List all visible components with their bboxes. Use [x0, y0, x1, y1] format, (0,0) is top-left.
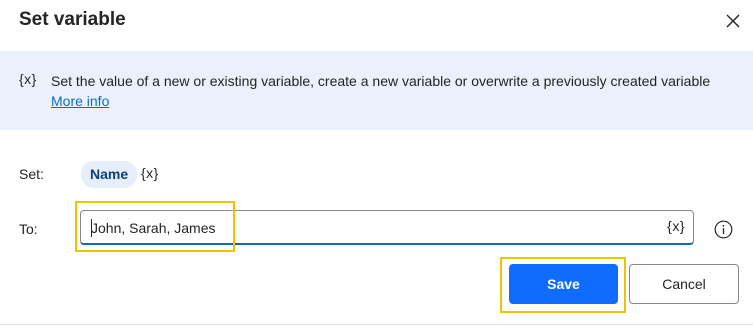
to-label: To:: [19, 221, 38, 237]
set-variable-dialog: Set variable {x} Set the value of a new …: [0, 0, 753, 327]
cancel-button[interactable]: Cancel: [629, 264, 739, 304]
info-banner: {x} Set the value of a new or existing v…: [0, 51, 753, 130]
info-icon[interactable]: [714, 220, 733, 239]
save-button-highlight: [500, 257, 626, 313]
info-description: Set the value of a new or existing varia…: [51, 73, 711, 89]
set-label: Set:: [19, 166, 44, 182]
info-text: Set the value of a new or existing varia…: [51, 71, 731, 111]
variable-name-pill[interactable]: Name: [81, 161, 138, 188]
variable-icon: {x}: [19, 71, 37, 87]
more-info-link[interactable]: More info: [51, 93, 109, 109]
value-variable-picker-icon[interactable]: {x}: [667, 218, 685, 234]
set-variable-picker-icon[interactable]: {x}: [141, 165, 159, 181]
divider: [0, 324, 753, 325]
value-input-highlight: [75, 201, 235, 252]
dialog-title: Set variable: [19, 9, 126, 30]
close-icon[interactable]: [722, 10, 744, 32]
